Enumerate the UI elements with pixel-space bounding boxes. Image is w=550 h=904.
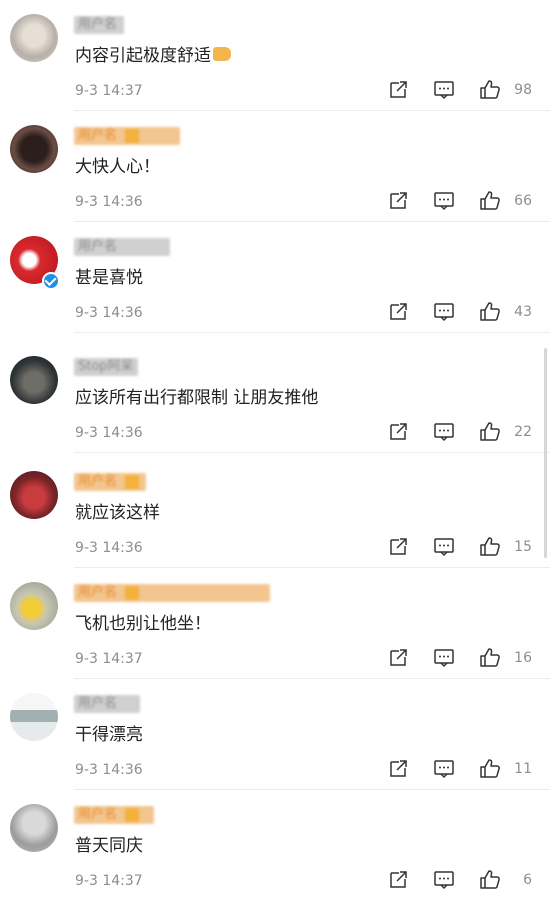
like-count: 98 [514,82,532,98]
share-icon[interactable] [386,189,410,213]
username[interactable]: 用户名 [74,473,146,491]
comment-item: 用户名 内容引起极度舒适 9-3 14:37 98 [0,0,550,111]
comment-icon[interactable] [432,757,456,781]
comment-item: 用户名 就应该这样 9-3 14:36 15 [0,457,550,568]
comment-icon[interactable] [432,300,456,324]
like-count: 6 [523,872,532,888]
comment-text: 应该所有出行都限制 让朋友推他 [75,388,319,408]
avatar[interactable] [10,582,58,630]
comment-icon[interactable] [432,868,456,892]
username[interactable]: 用户名 [74,127,180,145]
timestamp: 9-3 14:36 [75,194,143,210]
divider [74,332,550,333]
avatar[interactable] [10,356,58,404]
comment-item: 用户名 大快人心！ 9-3 14:36 66 [0,111,550,222]
timestamp: 9-3 14:36 [75,305,143,321]
share-icon[interactable] [386,757,410,781]
username[interactable]: 用户名 [74,584,270,602]
comment-item: 用户名 飞机也别让他坐！ 9-3 14:37 16 [0,568,550,679]
avatar[interactable] [10,14,58,62]
timestamp: 9-3 14:36 [75,425,143,441]
comment-item: Stop阿呆 应该所有出行都限制 让朋友推他 9-3 14:36 22 [0,342,550,453]
thumbs-up-icon[interactable] [478,420,502,444]
avatar[interactable] [10,471,58,519]
avatar[interactable] [10,693,58,741]
avatar[interactable] [10,804,58,852]
like-count: 16 [514,650,532,666]
share-icon[interactable] [386,646,410,670]
comment-text: 大快人心！ [75,157,160,177]
like-count: 22 [514,424,532,440]
like-count: 15 [514,539,532,555]
comment-icon[interactable] [432,189,456,213]
verified-badge-icon [42,272,60,290]
comment-item: 用户名 干得漂亮 9-3 14:36 11 [0,679,550,790]
comment-text: 飞机也别让他坐！ [75,614,211,634]
timestamp: 9-3 14:37 [75,873,143,889]
like-count: 43 [514,304,532,320]
username[interactable]: Stop阿呆 [74,358,138,376]
thumbs-up-icon[interactable] [478,868,502,892]
share-icon[interactable] [386,420,410,444]
comment-text: 就应该这样 [75,503,160,523]
username[interactable]: 用户名 [74,695,140,713]
avatar[interactable] [10,125,58,173]
like-count: 66 [514,193,532,209]
comment-text: 干得漂亮 [75,725,143,745]
thumbs-up-icon[interactable] [478,646,502,670]
username[interactable]: 用户名 [74,238,170,256]
like-count: 11 [514,761,532,777]
timestamp: 9-3 14:36 [75,540,143,556]
thumbs-up-icon[interactable] [478,535,502,559]
comment-text: 内容引起极度舒适 [75,44,231,68]
timestamp: 9-3 14:36 [75,762,143,778]
divider [74,452,550,453]
comment-icon[interactable] [432,535,456,559]
comment-icon[interactable] [432,78,456,102]
thumbs-up-icon[interactable] [478,189,502,213]
thumbs-up-icon[interactable] [478,78,502,102]
comment-icon[interactable] [432,420,456,444]
share-icon[interactable] [386,300,410,324]
share-icon[interactable] [386,78,410,102]
comment-item: 用户名 普天同庆 9-3 14:37 6 [0,790,550,901]
comment-list: 用户名 内容引起极度舒适 9-3 14:37 98 用户名 大快人心！ 9-3 … [0,0,550,904]
username[interactable]: 用户名 [74,16,124,34]
scrollbar[interactable] [544,348,547,558]
username[interactable]: 用户名 [74,806,154,824]
thumbs-up-icon[interactable] [478,300,502,324]
timestamp: 9-3 14:37 [75,83,143,99]
timestamp: 9-3 14:37 [75,651,143,667]
share-icon[interactable] [386,535,410,559]
thumbs-up-emoji-icon [213,47,231,61]
comment-item: 用户名 甚是喜悦 9-3 14:36 43 [0,222,550,333]
comment-icon[interactable] [432,646,456,670]
share-icon[interactable] [386,868,410,892]
comment-text: 普天同庆 [75,836,143,856]
comment-text: 甚是喜悦 [75,268,143,288]
thumbs-up-icon[interactable] [478,757,502,781]
